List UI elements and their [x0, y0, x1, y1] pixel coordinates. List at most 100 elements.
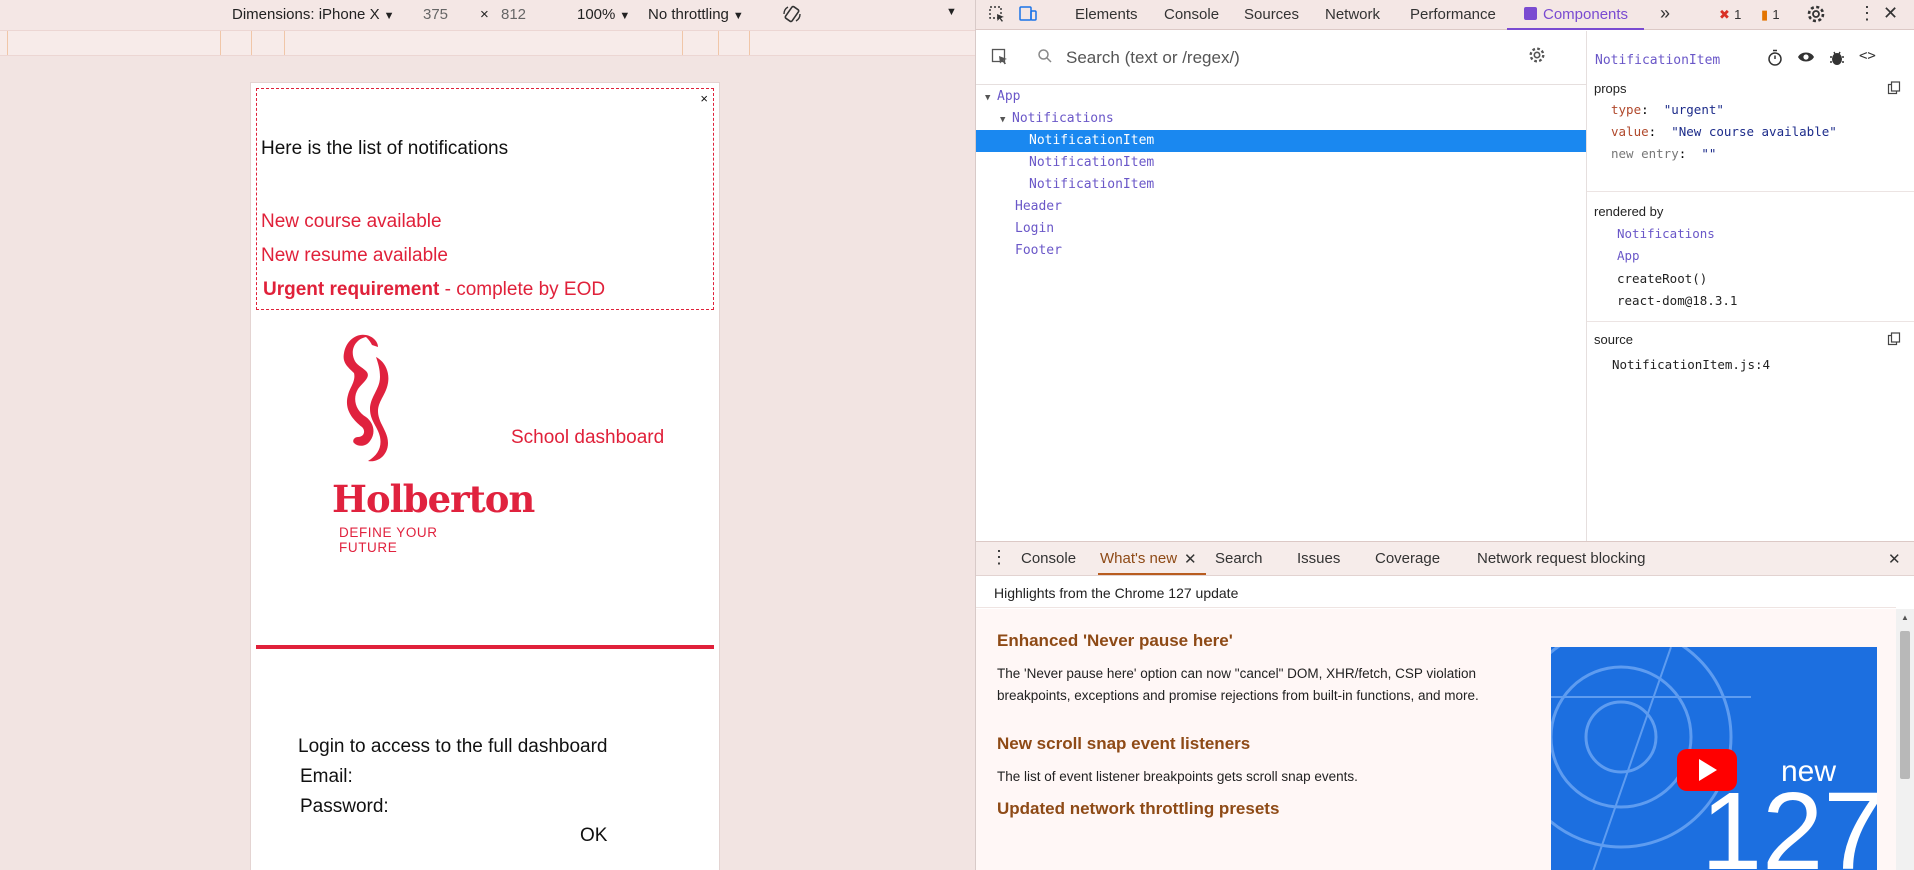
eye-icon[interactable] — [1797, 50, 1815, 67]
tab-performance[interactable]: Performance — [1410, 6, 1496, 23]
rendered-by-notifications[interactable]: Notifications — [1617, 226, 1715, 241]
drawer-tab-search[interactable]: Search — [1215, 550, 1263, 567]
prop-row[interactable]: new entry: "" — [1611, 146, 1716, 161]
more-options-icon[interactable]: ▼ — [946, 6, 957, 18]
feature-title-link[interactable]: Updated network throttling presets — [997, 799, 1279, 819]
stopwatch-icon[interactable] — [1767, 49, 1783, 70]
inspect-element-icon[interactable] — [988, 5, 1006, 27]
warning-counter[interactable]: ▮ 1 — [1761, 6, 1780, 23]
source-title: source — [1594, 332, 1634, 347]
kebab-menu-icon[interactable]: ⋮ — [1858, 3, 1876, 24]
component-search-input[interactable] — [1066, 45, 1486, 71]
tab-network[interactable]: Network — [1325, 6, 1380, 23]
inspected-component-name: NotificationItem — [1595, 53, 1721, 68]
drawer-tab-bar: ⋮ Console What's new ✕ Search Issues Cov… — [976, 542, 1914, 576]
drawer-tab-console[interactable]: Console — [1021, 550, 1076, 567]
bug-icon[interactable] — [1829, 49, 1845, 70]
active-tab-indicator — [1507, 28, 1644, 30]
times-separator: × — [480, 6, 489, 23]
drawer-tab-network-request-blocking[interactable]: Network request blocking — [1477, 550, 1645, 567]
notification-item[interactable]: New resume available — [261, 245, 448, 267]
kebab-menu-icon[interactable]: ⋮ — [990, 547, 1008, 568]
password-label: Password: — [300, 796, 389, 817]
scrollbar[interactable]: ▲ — [1896, 609, 1914, 870]
tree-node-notificationitem-selected[interactable]: NotificationItem — [976, 130, 1586, 152]
scroll-up-icon[interactable]: ▲ — [1901, 613, 1909, 622]
feature-title-link[interactable]: New scroll snap event listeners — [997, 734, 1250, 754]
whats-new-highlights: Highlights from the Chrome 127 update — [976, 576, 1896, 608]
drawer-tab-whats-new[interactable]: What's new — [1100, 550, 1177, 567]
section-divider — [1587, 321, 1914, 322]
tree-node-header[interactable]: Header — [976, 196, 1586, 218]
tab-elements[interactable]: Elements — [1075, 6, 1138, 23]
expand-arrow-icon[interactable]: ▼ — [985, 87, 997, 109]
app-header: Holberton DEFINE YOUR FUTURE School dash… — [256, 327, 714, 649]
throttling-dropdown[interactable]: No throttling ▼ — [648, 6, 744, 23]
close-icon[interactable]: × — [700, 91, 708, 106]
expand-arrow-icon[interactable]: ▼ — [1000, 109, 1012, 131]
code-icon[interactable]: <> — [1859, 48, 1876, 64]
gear-icon[interactable] — [1528, 46, 1546, 69]
dimensions-dropdown[interactable]: Dimensions: iPhone X ▼ — [232, 6, 394, 23]
tree-node-notificationitem[interactable]: NotificationItem — [976, 174, 1586, 196]
media-query-ruler — [0, 30, 975, 56]
props-title: props — [1594, 81, 1627, 96]
copy-icon[interactable] — [1887, 332, 1901, 349]
width-input[interactable]: 375 — [423, 6, 448, 23]
login-section: Login to access to the full dashboard Em… — [298, 653, 678, 846]
logo-tagline: DEFINE YOUR FUTURE — [339, 525, 438, 555]
section-divider — [1587, 191, 1914, 192]
components-toolbar — [976, 31, 1586, 85]
select-component-icon[interactable] — [991, 48, 1009, 71]
close-drawer-icon[interactable]: ✕ — [1888, 550, 1901, 568]
scrollbar-thumb[interactable] — [1900, 631, 1910, 779]
close-icon[interactable]: ✕ — [1883, 3, 1898, 24]
tree-node-app[interactable]: ▼ App — [976, 86, 1586, 108]
devtools-tab-bar: Elements Console Sources Network Perform… — [976, 0, 1914, 30]
search-icon — [1037, 48, 1053, 69]
logo-wordmark: Holberton — [332, 477, 535, 521]
notifications-panel: × Here is the list of notifications New … — [256, 88, 714, 310]
copy-icon[interactable] — [1887, 81, 1901, 98]
tab-console[interactable]: Console — [1164, 6, 1219, 23]
notification-item[interactable]: New course available — [261, 211, 442, 233]
prop-row[interactable]: type: "urgent" — [1611, 102, 1724, 117]
error-icon: ✖ — [1719, 7, 1730, 22]
notifications-title: Here is the list of notifications — [261, 138, 509, 159]
message-icon: ▮ — [1761, 7, 1769, 22]
zoom-dropdown[interactable]: 100% ▼ — [577, 6, 630, 23]
props-inspector: NotificationItem <> props type: "urgent"… — [1587, 31, 1914, 541]
rendered-by-createroot: createRoot() — [1617, 271, 1708, 286]
drawer-tab-issues[interactable]: Issues — [1297, 550, 1340, 567]
promo-video-thumbnail[interactable]: new 127 — [1551, 647, 1877, 870]
close-icon[interactable]: ✕ — [1184, 550, 1197, 568]
rotate-icon[interactable] — [782, 4, 802, 28]
urgent-label: Urgent requirement — [263, 279, 440, 300]
email-label: Email: — [300, 766, 353, 787]
more-tabs-button[interactable]: » — [1660, 3, 1670, 24]
prop-row[interactable]: value: "New course available" — [1611, 124, 1837, 139]
tree-node-notificationitem[interactable]: NotificationItem — [976, 152, 1586, 174]
device-emulation-pane: Dimensions: iPhone X ▼ 375 × 812 100% ▼ No… — [0, 0, 975, 870]
tree-node-notifications[interactable]: ▼ Notifications — [976, 108, 1586, 130]
chevron-down-icon: ▼ — [383, 10, 395, 22]
height-input[interactable]: 812 — [501, 6, 526, 23]
holberton-logo: Holberton DEFINE YOUR FUTURE — [292, 327, 535, 555]
feature-description: The 'Never pause here' option can now "c… — [997, 666, 1479, 703]
tree-node-login[interactable]: Login — [976, 218, 1586, 240]
tab-components[interactable]: Components — [1524, 6, 1628, 23]
error-counter[interactable]: ✖ 1 — [1719, 6, 1741, 23]
feature-title-link[interactable]: Enhanced 'Never pause here' — [997, 631, 1233, 651]
ok-button[interactable]: OK — [580, 825, 607, 847]
whats-new-content: Enhanced 'Never pause here' The 'Never p… — [976, 609, 1896, 870]
react-icon — [1524, 7, 1537, 20]
notification-item-urgent[interactable]: Urgent requirement - complete by EOD — [263, 279, 605, 301]
rendered-by-app[interactable]: App — [1617, 248, 1640, 263]
device-toolbar: Dimensions: iPhone X ▼ 375 × 812 100% ▼ No… — [0, 0, 975, 30]
tree-node-footer[interactable]: Footer — [976, 240, 1586, 262]
drawer-tab-coverage[interactable]: Coverage — [1375, 550, 1440, 567]
source-file-link[interactable]: NotificationItem.js:4 — [1612, 357, 1770, 372]
gear-icon[interactable] — [1806, 4, 1826, 28]
device-toggle-icon[interactable] — [1018, 5, 1038, 27]
tab-sources[interactable]: Sources — [1244, 6, 1299, 23]
